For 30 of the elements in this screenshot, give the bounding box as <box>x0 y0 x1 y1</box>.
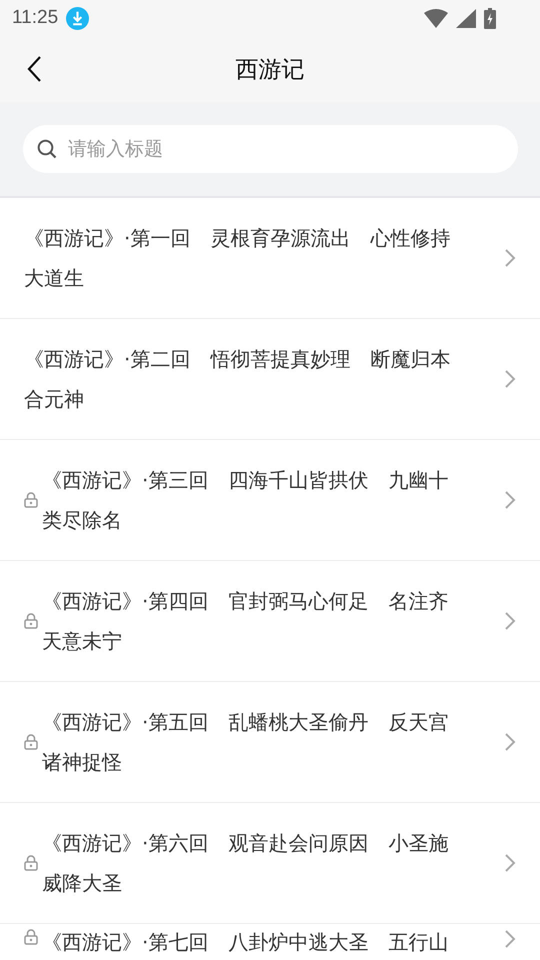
chapter-row[interactable]: 《西游记》·第一回 灵根育孕源流出 心性修持大道生 <box>0 198 540 319</box>
chevron-right-icon <box>504 732 516 752</box>
battery-icon <box>484 8 496 28</box>
chapter-title: 《西游记》·第七回 八卦炉中逃大圣 五行山 <box>42 929 450 955</box>
chapter-row[interactable]: 《西游记》·第五回 乱蟠桃大圣偷丹 反天宫诸神捉怪 <box>0 682 540 803</box>
wifi-icon <box>424 8 448 28</box>
chapter-title: 《西游记》·第一回 灵根育孕源流出 心性修持大道生 <box>24 225 452 292</box>
page-title: 西游记 <box>236 56 304 84</box>
chapter-title: 《西游记》·第二回 悟彻菩提真妙理 断魔归本合元神 <box>24 346 452 413</box>
back-icon <box>26 56 42 82</box>
search-icon <box>37 139 57 159</box>
status-time: 11:25 <box>12 7 58 29</box>
chapter-row[interactable]: 《西游记》·第六回 观音赴会问原因 小圣施威降大圣 <box>0 803 540 924</box>
chevron-right-icon <box>504 490 516 510</box>
chapter-row[interactable]: 《西游记》·第七回 八卦炉中逃大圣 五行山 <box>0 924 540 960</box>
search-field[interactable]: 请输入标题 <box>23 125 518 173</box>
chapter-title: 《西游记》·第五回 乱蟠桃大圣偷丹 反天宫诸神捉怪 <box>42 709 450 776</box>
chapter-title: 《西游记》·第三回 四海千山皆拱伏 九幽十类尽除名 <box>42 467 450 534</box>
download-icon <box>66 6 90 30</box>
chapter-row[interactable]: 《西游记》·第二回 悟彻菩提真妙理 断魔归本合元神 <box>0 319 540 440</box>
chapter-title: 《西游记》·第四回 官封弼马心何足 名注齐天意未宁 <box>42 588 450 655</box>
signal-icon <box>456 8 476 28</box>
chevron-right-icon <box>504 369 516 389</box>
chapter-row[interactable]: 《西游记》·第四回 官封弼马心何足 名注齐天意未宁 <box>0 561 540 682</box>
chevron-right-icon <box>504 611 516 631</box>
chevron-right-icon <box>504 929 516 949</box>
chevron-right-icon <box>504 853 516 873</box>
chapter-title: 《西游记》·第六回 观音赴会问原因 小圣施威降大圣 <box>42 830 450 897</box>
chapter-row[interactable]: 《西游记》·第三回 四海千山皆拱伏 九幽十类尽除名 <box>0 440 540 561</box>
chevron-right-icon <box>504 248 516 268</box>
